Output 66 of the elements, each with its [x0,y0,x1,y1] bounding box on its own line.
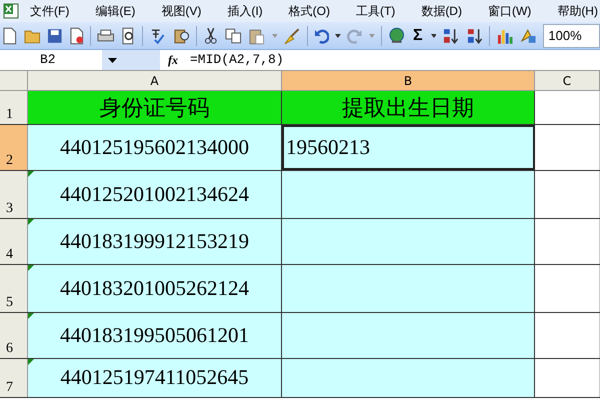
table-cell[interactable] [282,313,535,358]
table-cell[interactable] [282,265,535,312]
table-cell[interactable] [282,359,535,397]
row-header[interactable]: 4 [0,219,28,264]
menu-item[interactable]: 视图(V) [161,2,202,20]
menu-item[interactable]: 编辑(E) [95,2,136,20]
name-box[interactable]: B2 [0,50,102,70]
menu-item[interactable]: 文件(F) [30,2,70,20]
insert-function-button[interactable]: fx [160,51,186,69]
select-all-button[interactable] [0,71,28,90]
table-cell[interactable]: 440183201005262124 [28,265,282,312]
table-cell[interactable]: 440183199505061201 [28,313,282,358]
row-header[interactable]: 5 [0,265,28,312]
save-icon[interactable] [47,28,63,44]
open-folder-icon[interactable] [24,28,42,44]
scissors-icon[interactable] [203,26,219,44]
cell-text: 440125201002134624 [60,180,249,208]
menu-item[interactable]: 窗口(W) [488,2,532,20]
sort-ascending-icon[interactable] [442,26,460,44]
sort-descending-icon[interactable] [466,26,484,44]
menu-item[interactable]: 数据(D) [421,2,462,20]
table-cell[interactable]: 440183199912153219 [28,219,282,264]
spreadsheet-icon[interactable] [2,2,20,20]
row-header[interactable]: 7 [0,359,28,397]
table-cell[interactable]: 身份证号码 [28,91,282,124]
row-header[interactable]: 2 [0,125,28,170]
cell-text: 440183199505061201 [60,322,249,349]
new-document-icon[interactable] [2,26,18,44]
undo-icon[interactable] [314,28,330,44]
paste-icon[interactable] [248,26,266,44]
menu-item[interactable]: 格式(O) [288,2,330,20]
column-header[interactable]: C [535,71,600,90]
dropdown-arrow-icon[interactable] [108,58,117,62]
caret-icon[interactable] [430,34,436,38]
row-header[interactable]: 6 [0,313,28,358]
cell-text: 440125195602134000 [60,134,249,161]
caret-icon[interactable] [335,34,342,38]
table-cell[interactable] [282,171,535,218]
zoom-field[interactable]: 100% [543,24,600,48]
print-icon[interactable] [97,28,115,44]
menu-item[interactable]: 工具(T) [356,2,396,20]
cell-text: 440125197411052645 [60,364,249,392]
row-header[interactable]: 3 [0,171,28,218]
row-header[interactable]: 1 [0,91,28,124]
column-header[interactable]: B [282,71,535,90]
formula-field[interactable]: =MID(A2,7,8) [186,50,600,70]
table-cell[interactable]: 19560213 [282,125,535,170]
cell-text: 440183201005262124 [60,274,249,302]
copy-icon[interactable] [224,28,242,44]
table-cell[interactable] [282,219,535,264]
cell-text: 440183199912153219 [60,228,249,255]
drawing-icon[interactable] [520,26,538,44]
table-cell[interactable]: 440125201002134624 [28,171,282,218]
document-icon[interactable] [68,26,84,44]
column-title: 提取出生日期 [342,94,474,122]
table-cell[interactable]: 440125197411052645 [28,359,282,397]
cell-text: 19560213 [286,134,370,161]
column-header[interactable]: A [28,71,282,90]
brush-icon[interactable] [283,26,301,44]
table-cell[interactable]: 440125195602134000 [28,125,282,170]
menu-item[interactable]: 帮助(H) [557,2,598,20]
spelling-icon[interactable] [149,26,167,44]
table-cell[interactable]: 提取出生日期 [282,91,535,124]
autosum-button[interactable]: Σ [411,28,425,44]
menu-item[interactable]: 插入(I) [227,2,263,20]
column-title: 身份证号码 [100,94,210,122]
